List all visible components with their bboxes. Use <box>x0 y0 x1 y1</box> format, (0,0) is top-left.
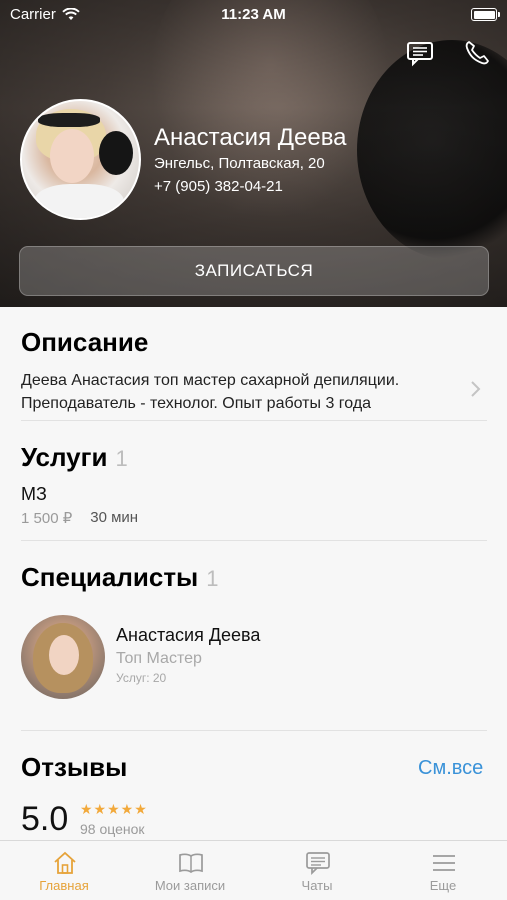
tab-chats-label: Чаты <box>301 878 333 893</box>
service-meta: 1 500 ₽ 30 мин <box>21 509 138 527</box>
specialists-count: 1 <box>206 566 219 591</box>
specialist-name[interactable]: Анастасия Деева <box>116 625 260 646</box>
tab-bookings[interactable]: Мои записи <box>140 841 240 900</box>
tab-bar: Главная Мои записи Чаты Еще <box>0 840 507 900</box>
chevron-right-icon[interactable] <box>470 380 482 398</box>
tab-more-label: Еще <box>429 878 457 893</box>
book-icon <box>179 853 203 874</box>
home-icon <box>54 851 76 874</box>
phone-icon[interactable] <box>462 38 492 68</box>
chat-icon <box>306 852 330 876</box>
service-price: 1 500 ₽ <box>21 510 73 527</box>
services-count: 1 <box>115 446 128 471</box>
divider <box>21 540 487 541</box>
description-title: Описание <box>21 327 149 357</box>
tab-home[interactable]: Главная <box>14 841 114 900</box>
chat-icon[interactable] <box>405 38 435 68</box>
profile-phone[interactable]: +7 (905) 382-04-21 <box>154 178 283 195</box>
profile-avatar <box>20 99 141 220</box>
tab-chats[interactable]: Чаты <box>267 841 367 900</box>
specialist-services-count: Услуг: 20 <box>116 671 167 685</box>
avatar-headband <box>38 113 100 127</box>
services-title: Услуги 1 <box>21 442 128 473</box>
book-button[interactable]: ЗАПИСАТЬСЯ <box>19 246 489 296</box>
tab-more[interactable]: Еще <box>393 841 493 900</box>
rating-votes: 98 оценок <box>80 821 145 837</box>
specialists-title: Специалисты 1 <box>21 562 219 593</box>
battery-icon <box>471 8 500 21</box>
specialists-title-label: Специалисты <box>21 562 199 592</box>
status-bar: Carrier 11:23 AM <box>0 4 507 26</box>
rating-value: 5.0 <box>21 800 69 838</box>
profile-name: Анастасия Деева <box>154 124 347 151</box>
services-title-label: Услуги <box>21 442 108 472</box>
divider <box>21 420 487 421</box>
avatar-dryer <box>99 131 133 175</box>
description-text[interactable]: Деева Анастасия топ мастер сахарной депи… <box>21 369 461 415</box>
service-duration: 30 мин <box>90 509 139 526</box>
profile-header: Carrier 11:23 AM Анастасия Деева Энгельс… <box>0 0 507 307</box>
menu-icon <box>433 855 455 871</box>
tab-bookings-label: Мои записи <box>154 878 226 893</box>
divider <box>21 730 487 731</box>
status-time: 11:23 AM <box>221 6 286 23</box>
specialist-face <box>49 635 79 675</box>
avatar-shirt <box>34 184 124 218</box>
tab-home-label: Главная <box>39 878 89 893</box>
see-all-link[interactable]: См.все <box>418 757 483 780</box>
specialist-avatar[interactable] <box>21 615 105 699</box>
avatar-face <box>50 129 94 183</box>
service-name[interactable]: МЗ <box>21 484 47 505</box>
specialist-role: Топ Мастер <box>116 650 202 667</box>
rating-stars: ★★★★★ <box>80 801 148 817</box>
reviews-title: Отзывы <box>21 752 128 782</box>
profile-address: Энгельс, Полтавская, 20 <box>154 155 325 172</box>
